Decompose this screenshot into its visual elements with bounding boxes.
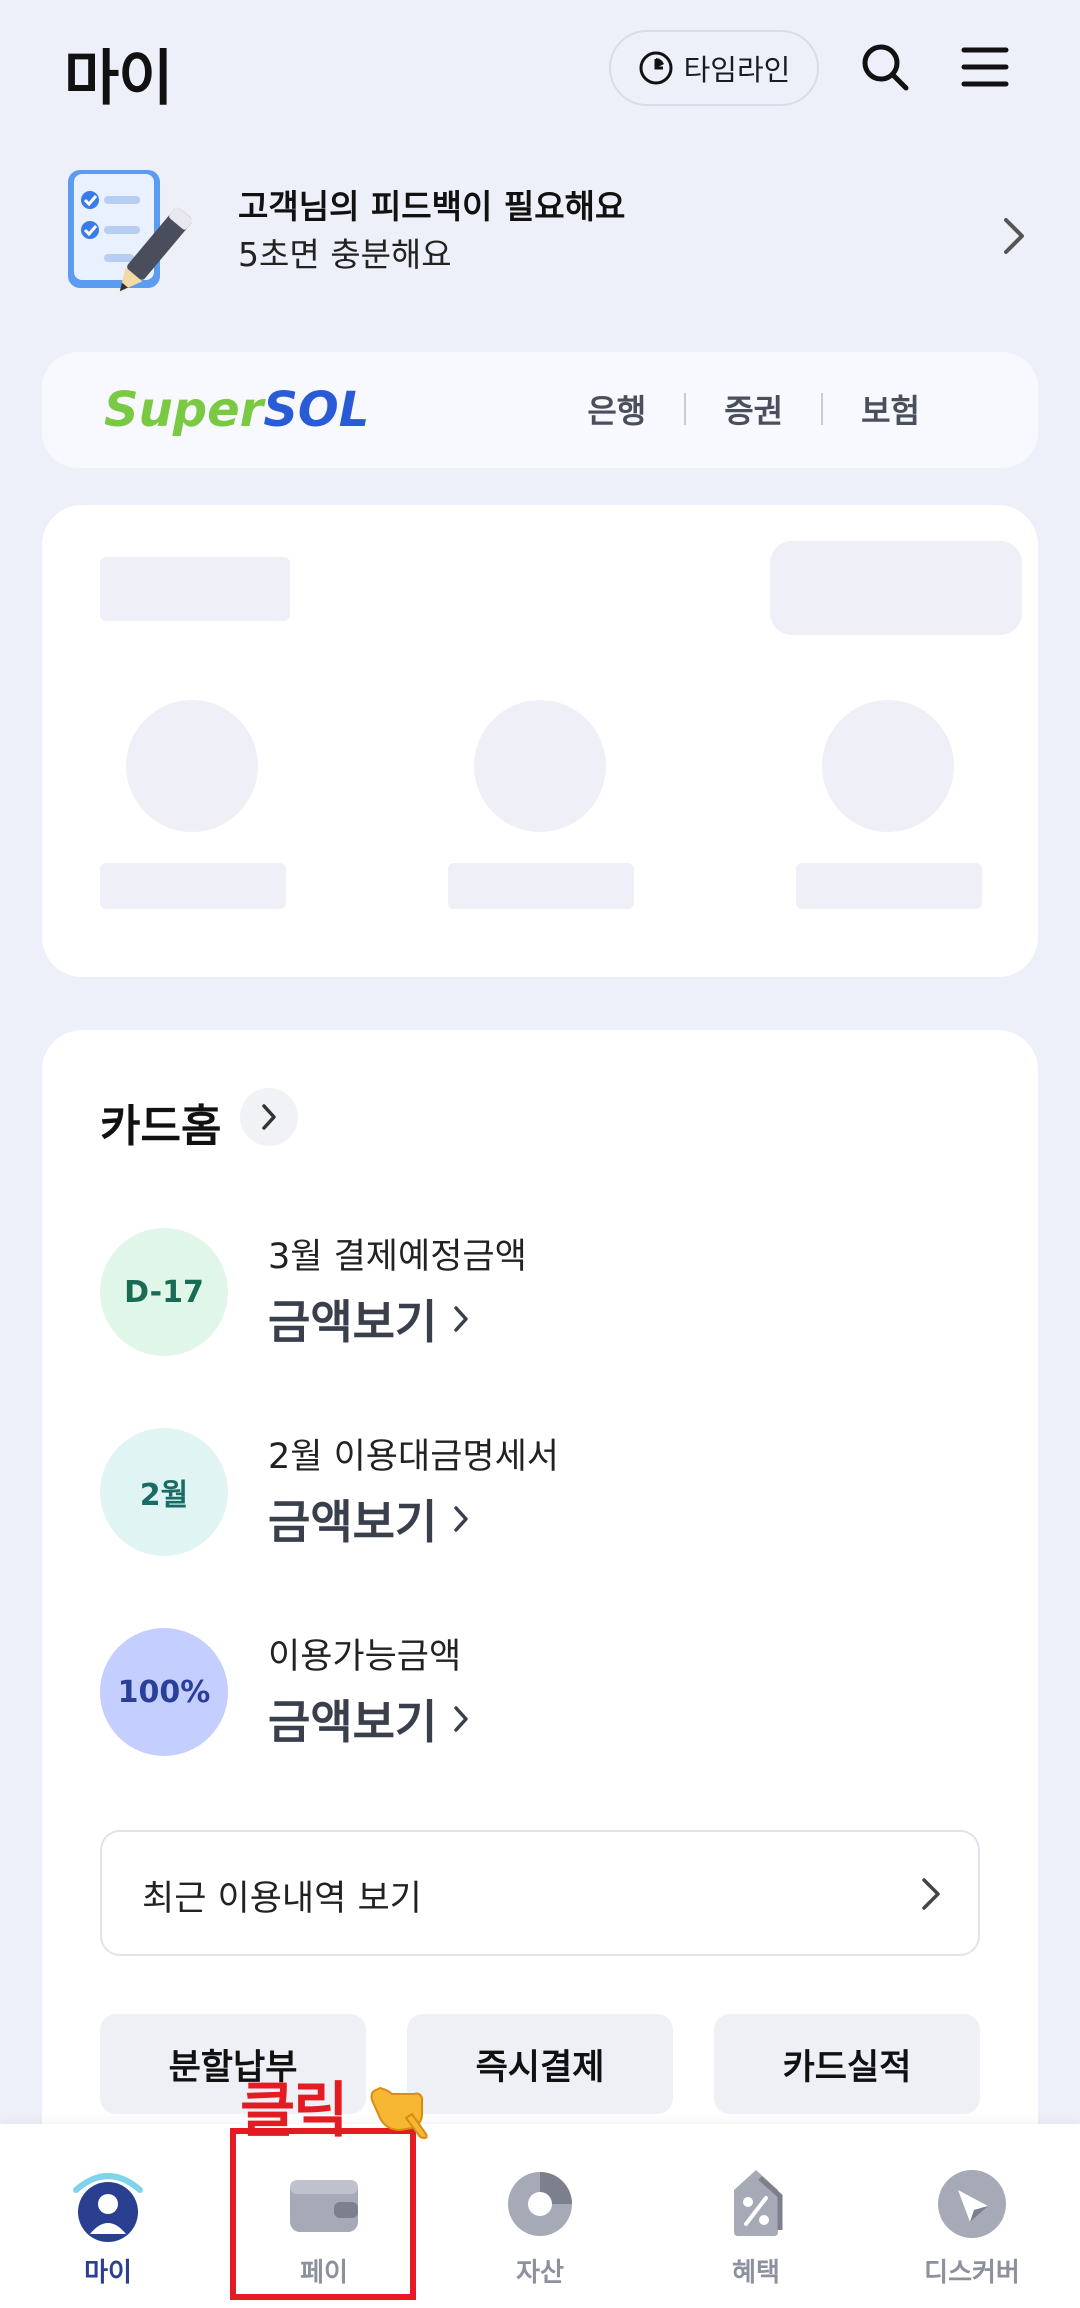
- click-annotation: 클릭: [240, 2076, 348, 2146]
- nav-item-my[interactable]: 마이: [0, 2160, 216, 2290]
- nav-label: 디스커버: [924, 2258, 1020, 2288]
- skeleton-title: [100, 557, 290, 621]
- header: 마이 타임라인: [0, 0, 1080, 140]
- my-icon: [73, 2173, 143, 2242]
- page-title: 마이: [64, 44, 173, 114]
- nav-item-benefits[interactable]: 혜택: [648, 2160, 864, 2290]
- skeleton-circle: [822, 700, 954, 832]
- cardhome-section: 카드홈 D-17 3월 결제예정금액 금액보기 2월 2월 이용대금명세서 금액…: [42, 1030, 1038, 2308]
- nav-label: 마이: [84, 2258, 132, 2288]
- nav-label: 혜택: [732, 2258, 780, 2288]
- supersol-logo[interactable]: SuperSOL: [104, 382, 369, 438]
- payment-due-item[interactable]: D-17 3월 결제예정금액 금액보기: [100, 1228, 980, 1358]
- click-highlight-box: [230, 2128, 416, 2300]
- link-securities[interactable]: 증권: [686, 386, 821, 432]
- skeleton-button: [770, 541, 1022, 635]
- view-amount-link[interactable]: 금액보기: [268, 1286, 471, 1352]
- dday-badge: D-17: [100, 1228, 228, 1356]
- statement-item[interactable]: 2월 2월 이용대금명세서 금액보기: [100, 1428, 980, 1558]
- supersol-links: 은행 증권 보험: [549, 386, 958, 432]
- pie-chart-icon: [508, 2172, 572, 2236]
- chevron-right-icon: [922, 1878, 940, 1910]
- timeline-label: 타임라인: [683, 53, 791, 87]
- cardhome-arrow-button[interactable]: [240, 1088, 298, 1146]
- chevron-right-icon: [1004, 218, 1024, 254]
- feedback-banner[interactable]: 고객님의 피드백이 필요해요 5초면 충분해요: [0, 150, 1080, 320]
- skeleton-label: [796, 863, 982, 909]
- skeleton-label: [100, 863, 286, 909]
- feedback-subtitle: 5초면 충분해요: [238, 235, 452, 274]
- compass-icon: [938, 2170, 1006, 2238]
- chevron-right-icon: [262, 1104, 276, 1130]
- chevron-right-icon: [454, 1306, 469, 1332]
- percent-badge: 100%: [100, 1628, 228, 1756]
- payment-due-label: 3월 결제예정금액: [268, 1237, 527, 1277]
- skeleton-circle: [474, 700, 606, 832]
- search-icon[interactable]: [858, 40, 912, 94]
- cardhome-title[interactable]: 카드홈: [100, 1090, 221, 1154]
- loading-skeleton-card: [42, 505, 1038, 977]
- menu-icon[interactable]: [958, 40, 1012, 94]
- link-insurance[interactable]: 보험: [823, 386, 958, 432]
- recent-transactions-button[interactable]: 최근 이용내역 보기: [100, 1830, 980, 1956]
- available-amount-label: 이용가능금액: [268, 1637, 462, 1677]
- timeline-button[interactable]: 타임라인: [609, 30, 819, 106]
- available-amount-item[interactable]: 100% 이용가능금액 금액보기: [100, 1628, 980, 1758]
- clock-icon: [639, 51, 673, 85]
- feedback-title: 고객님의 피드백이 필요해요: [238, 187, 626, 226]
- nav-label: 자산: [516, 2258, 564, 2288]
- view-amount-link[interactable]: 금액보기: [268, 1686, 471, 1752]
- skeleton-circle: [126, 700, 258, 832]
- chevron-right-icon: [454, 1506, 469, 1532]
- statement-label: 2월 이용대금명세서: [268, 1437, 559, 1477]
- nav-item-discover[interactable]: 디스커버: [864, 2160, 1080, 2290]
- bottom-navigation: 마이 페이 자산 혜택 디스커버: [0, 2124, 1080, 2308]
- discount-tag-icon: [734, 2170, 783, 2236]
- skeleton-label: [448, 863, 634, 909]
- instant-pay-button[interactable]: 즉시결제: [407, 2014, 673, 2114]
- view-amount-link[interactable]: 금액보기: [268, 1486, 471, 1552]
- checklist-pencil-icon: [68, 170, 193, 292]
- chevron-right-icon: [454, 1706, 469, 1732]
- nav-item-assets[interactable]: 자산: [432, 2160, 648, 2290]
- pointing-hand-icon: [370, 2086, 428, 2140]
- card-performance-button[interactable]: 카드실적: [714, 2014, 980, 2114]
- supersol-bar: SuperSOL 은행 증권 보험: [42, 352, 1038, 468]
- recent-transactions-label: 최근 이용내역 보기: [142, 1879, 422, 1919]
- month-badge: 2월: [100, 1428, 228, 1556]
- link-bank[interactable]: 은행: [549, 386, 684, 432]
